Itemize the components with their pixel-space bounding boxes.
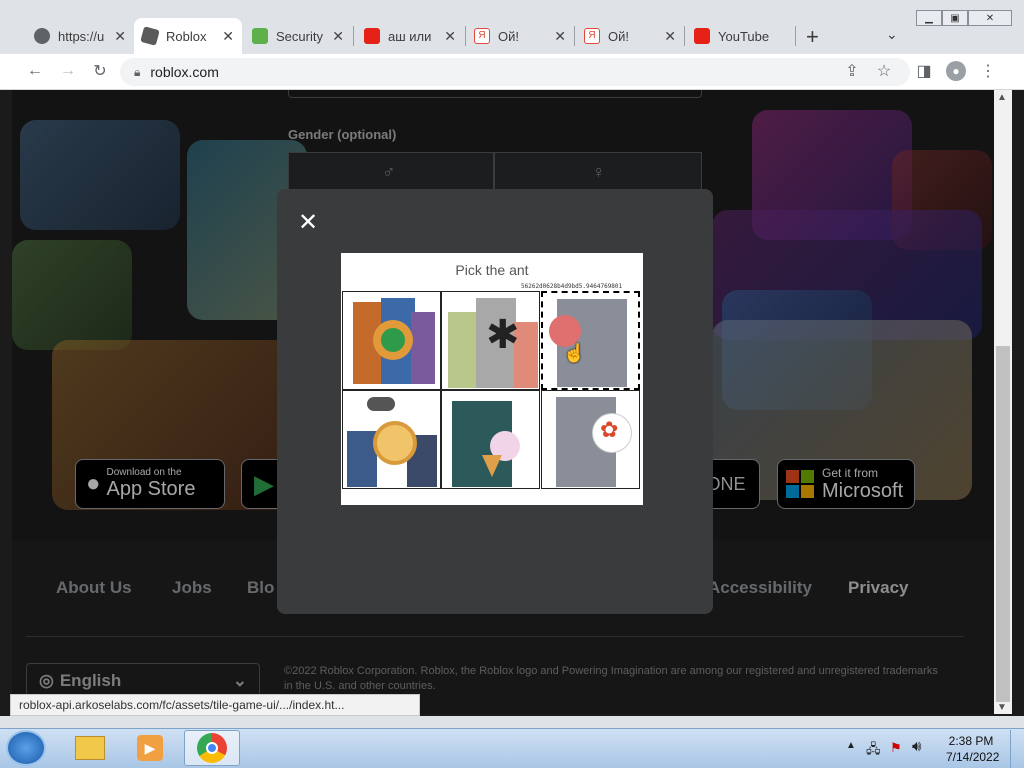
minimize-button[interactable]: ▁: [916, 10, 942, 26]
lock-icon: 🔒︎: [134, 64, 141, 79]
close-window-button[interactable]: ✕: [968, 10, 1012, 26]
tab-3[interactable]: Security ✕: [244, 18, 352, 54]
network-icon[interactable]: 🖧︎: [866, 740, 881, 762]
back-icon[interactable]: ←: [25, 61, 45, 81]
yandex-icon: Я: [474, 28, 490, 44]
address-bar[interactable]: 🔒︎ roblox.com: [120, 58, 910, 86]
tab-close-icon[interactable]: ✕: [554, 28, 566, 45]
tab-close-icon[interactable]: ✕: [222, 28, 234, 45]
close-icon[interactable]: ✕: [298, 208, 318, 237]
media-player-icon: ▶: [137, 735, 163, 761]
tab-close-icon[interactable]: ✕: [332, 28, 344, 45]
maximize-button[interactable]: ▣: [942, 10, 968, 26]
scroll-up-icon[interactable]: ▲: [997, 92, 1007, 103]
tab-separator: [795, 26, 796, 46]
taskbar-chrome[interactable]: [184, 730, 240, 766]
reload-icon[interactable]: ↻: [90, 61, 110, 81]
tab-separator: [574, 26, 575, 46]
youtube-icon: [694, 28, 710, 44]
tab-6[interactable]: Я Ой! ✕: [576, 18, 684, 54]
youtube-icon: [364, 28, 380, 44]
tab-search-icon[interactable]: ⌄: [886, 26, 898, 43]
tab-separator: [684, 26, 685, 46]
ant-icon: ✱: [486, 313, 520, 357]
security-icon: [252, 28, 268, 44]
chrome-icon: [197, 733, 227, 763]
url-text: roblox.com: [150, 64, 219, 80]
tab-separator: [353, 26, 354, 46]
tab-1[interactable]: https://u ✕: [26, 18, 134, 54]
cloud-icon: [367, 397, 395, 411]
scrollbar-thumb[interactable]: [996, 346, 1010, 702]
tab-close-icon[interactable]: ✕: [444, 28, 456, 45]
taskbar-explorer[interactable]: [62, 730, 118, 766]
show-hidden-icons[interactable]: ▲: [846, 740, 856, 751]
bookmark-star-icon[interactable]: ☆: [874, 61, 894, 81]
roblox-icon: [140, 26, 160, 46]
menu-icon[interactable]: ⋮: [978, 61, 998, 81]
scroll-down-icon[interactable]: ▼: [997, 702, 1007, 713]
side-panel-icon[interactable]: ◨: [914, 61, 934, 81]
status-url: roblox-api.arkoselabs.com/fc/assets/tile…: [10, 694, 420, 716]
captcha-tile-5[interactable]: [441, 390, 540, 489]
tab-youtube[interactable]: YouTube: [686, 18, 796, 54]
pizza-icon: [373, 421, 417, 465]
lobster-icon: ✿: [600, 417, 619, 442]
profile-avatar[interactable]: ●: [946, 61, 966, 81]
captcha-panel: Pick the ant 56262d0628b4d9bd5.946476980…: [341, 253, 643, 505]
forward-icon[interactable]: →: [58, 61, 78, 81]
tab-close-icon[interactable]: ✕: [114, 28, 126, 45]
tab-close-icon[interactable]: ✕: [664, 28, 676, 45]
captcha-tile-4[interactable]: [342, 390, 441, 489]
captcha-session-id: 56262d0628b4d9bd5.9464769801: [521, 283, 623, 290]
yandex-icon: Я: [584, 28, 600, 44]
tab-5[interactable]: Я Ой! ✕: [466, 18, 574, 54]
captcha-tile-3[interactable]: ☝: [541, 291, 640, 390]
captcha-tile-2[interactable]: ✱: [441, 291, 540, 390]
taskbar-media-player[interactable]: ▶: [122, 730, 178, 766]
show-desktop-button[interactable]: [1010, 730, 1024, 768]
action-center-icon[interactable]: ⚑: [890, 740, 902, 756]
tab-4[interactable]: аш или ✕: [356, 18, 464, 54]
hand-cursor-icon: ☝: [563, 343, 586, 363]
captcha-tile-1[interactable]: [342, 291, 441, 390]
tab-roblox[interactable]: Roblox ✕: [134, 18, 242, 54]
volume-icon[interactable]: 🔊︎: [912, 738, 921, 755]
clock[interactable]: 2:38 PM 7/14/2022: [946, 733, 999, 765]
captcha-tile-6[interactable]: ✿: [541, 390, 640, 489]
start-button[interactable]: [6, 730, 46, 766]
window-bottom-border: [0, 716, 1024, 728]
share-icon[interactable]: ⇪: [842, 61, 862, 81]
new-tab-button[interactable]: +: [806, 24, 819, 50]
globe-icon: [34, 28, 50, 44]
captcha-prompt: Pick the ant: [455, 262, 529, 278]
folder-icon: [75, 736, 105, 760]
